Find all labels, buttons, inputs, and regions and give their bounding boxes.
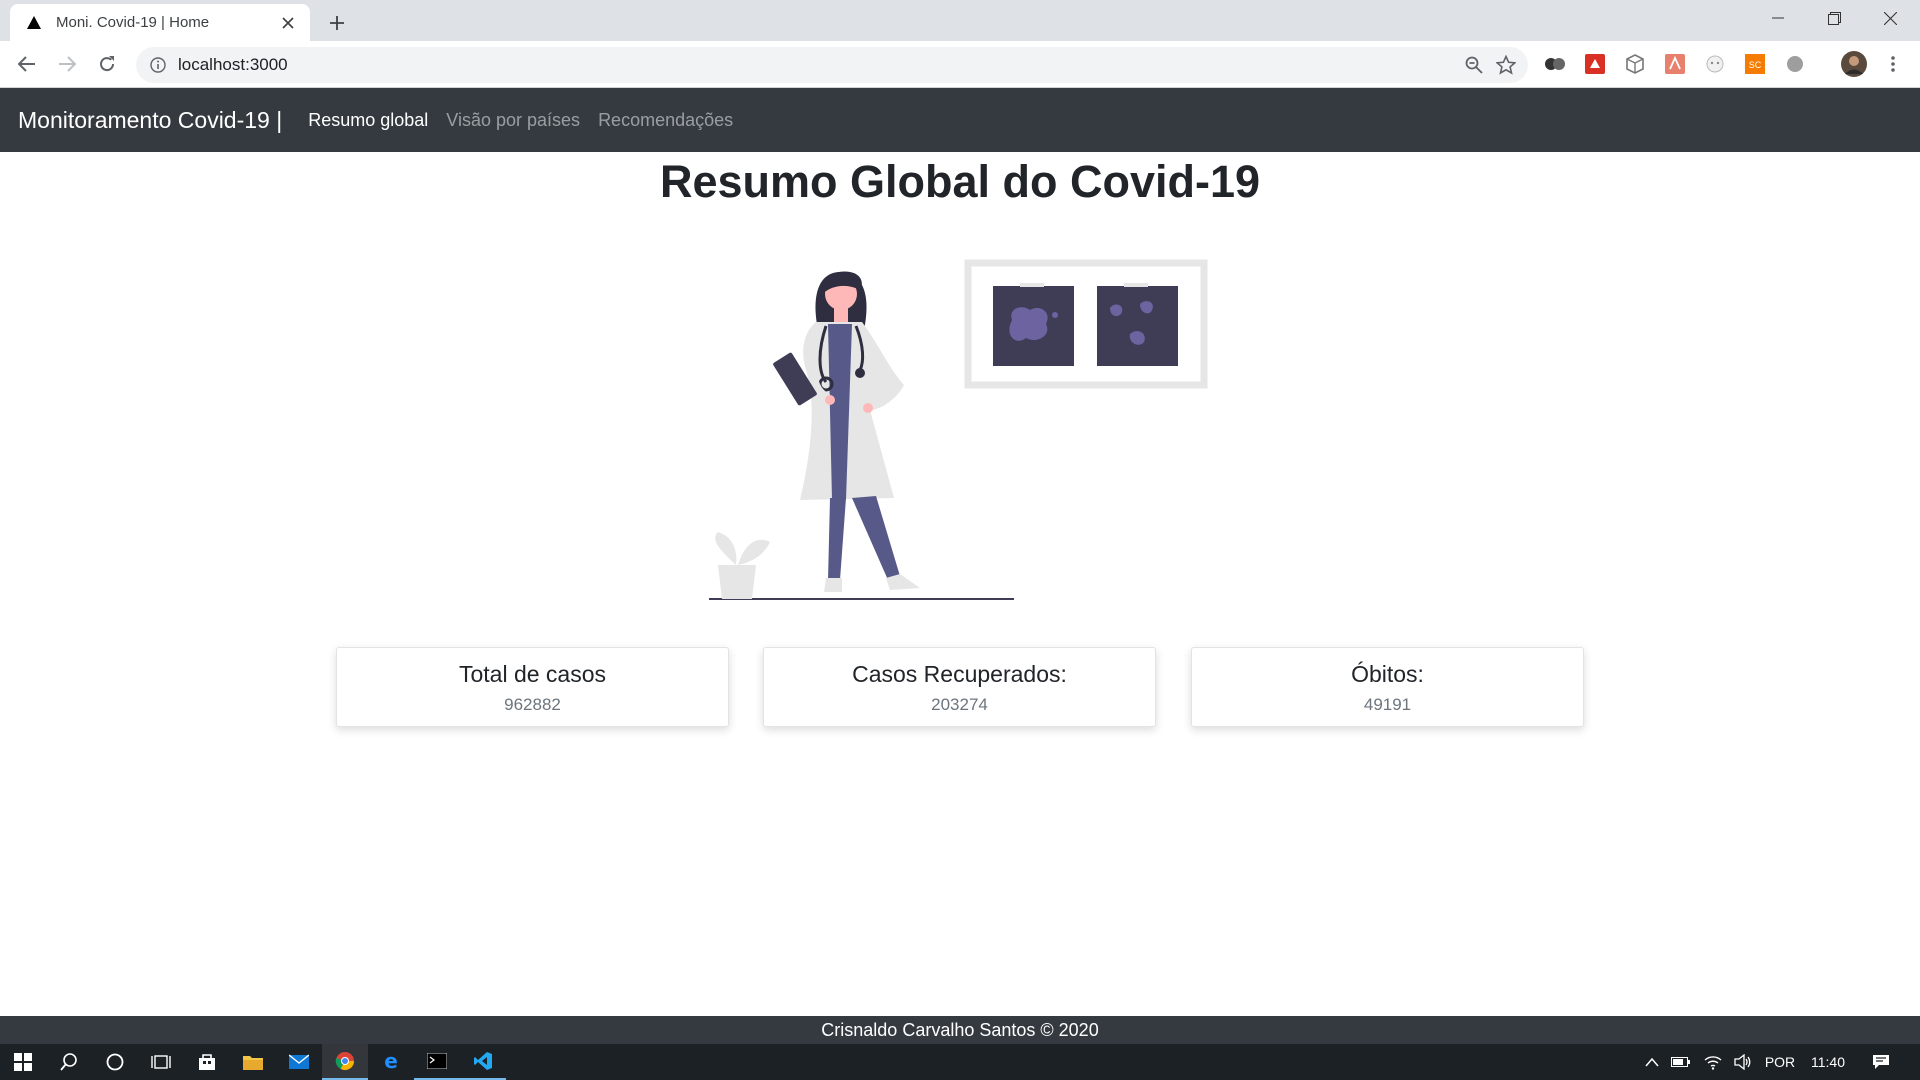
card-title: Total de casos [458,661,607,687]
restore-window-icon[interactable] [1806,0,1862,36]
extension-circles-icon[interactable] [1544,53,1566,75]
address-bar[interactable]: localhost:3000 [136,47,1528,83]
search-icon[interactable] [46,1044,92,1080]
tab-title: Moni. Covid-19 | Home [56,14,210,31]
store-icon[interactable] [184,1044,230,1080]
extension-bubble-icon[interactable] [1784,53,1806,75]
notifications-icon[interactable] [1866,1044,1896,1080]
close-tab-icon[interactable] [278,13,298,33]
nav-link-recomendacoes[interactable]: Recomendações [598,110,733,131]
info-icon[interactable] [148,57,168,73]
browser-menu-icon[interactable] [1882,53,1904,75]
deaths-card: Óbitos: 49191 [1191,647,1584,727]
volume-icon[interactable] [1730,1044,1756,1080]
extension-red-icon[interactable] [1584,53,1606,75]
doctor-illustration [700,250,1220,610]
page-title: Resumo Global do Covid-19 [659,156,1261,207]
recovered-cases-card: Casos Recuperados: 203274 [763,647,1156,727]
svg-text:SC: SC [1749,60,1762,70]
cortana-icon[interactable] [92,1044,138,1080]
edge-icon[interactable]: e [368,1044,414,1080]
profile-avatar[interactable] [1840,50,1868,78]
minimize-window-icon[interactable] [1750,0,1806,36]
url-text[interactable]: localhost:3000 [178,55,1458,75]
file-explorer-icon[interactable] [230,1044,276,1080]
chevron-up-icon[interactable] [1640,1044,1664,1080]
bookmark-star-icon[interactable] [1490,49,1522,81]
card-value: 49191 [1363,695,1412,714]
extension-sc-icon[interactable]: SC [1744,53,1766,75]
vscode-icon[interactable] [460,1044,506,1080]
nav-link-resumo-global[interactable]: Resumo global [308,110,428,131]
extension-pdf-icon[interactable] [1664,53,1686,75]
nav-link-visao-por-paises[interactable]: Visão por países [446,110,580,131]
language-indicator[interactable]: POR [1760,1044,1800,1080]
card-value: 203274 [931,695,988,714]
chrome-icon[interactable] [322,1044,368,1080]
navbar-brand[interactable]: Monitoramento Covid-19 | [18,107,282,134]
card-title: Óbitos: [1351,661,1424,687]
zoom-icon[interactable] [1458,49,1490,81]
browser-tab-strip: Moni. Covid-19 | Home [0,0,1920,41]
page-footer: Crisnaldo Carvalho Santos © 2020 [0,1016,1920,1044]
extension-cube-icon[interactable] [1624,53,1646,75]
forward-arrow-icon[interactable] [52,49,82,79]
mail-icon[interactable] [276,1044,322,1080]
windows-taskbar: e POR 11:40 [0,1044,1920,1080]
stats-cards: Total de casos 962882 Casos Recuperados:… [336,647,1584,727]
clock[interactable]: 11:40 [1804,1044,1852,1080]
windows-start-icon[interactable] [0,1044,46,1080]
total-cases-card: Total de casos 962882 [336,647,729,727]
card-title: Casos Recuperados: [852,661,1067,687]
triangle-favicon-icon [26,15,42,31]
back-arrow-icon[interactable] [12,49,42,79]
wifi-icon[interactable] [1700,1044,1726,1080]
browser-tab[interactable]: Moni. Covid-19 | Home [10,4,310,41]
browser-toolbar: localhost:3000 SC [0,41,1920,88]
svg-text:e: e [384,1052,398,1072]
extension-face-icon[interactable] [1704,53,1726,75]
task-view-icon[interactable] [138,1044,184,1080]
battery-icon[interactable] [1668,1044,1694,1080]
close-window-icon[interactable] [1862,0,1918,36]
card-value: 962882 [504,695,561,714]
footer-text: Crisnaldo Carvalho Santos © 2020 [821,1020,1099,1040]
app-navbar: Monitoramento Covid-19 | Resumo global V… [0,88,1920,152]
new-tab-icon[interactable] [322,8,352,38]
reload-icon[interactable] [92,49,122,79]
terminal-icon[interactable] [414,1044,460,1080]
